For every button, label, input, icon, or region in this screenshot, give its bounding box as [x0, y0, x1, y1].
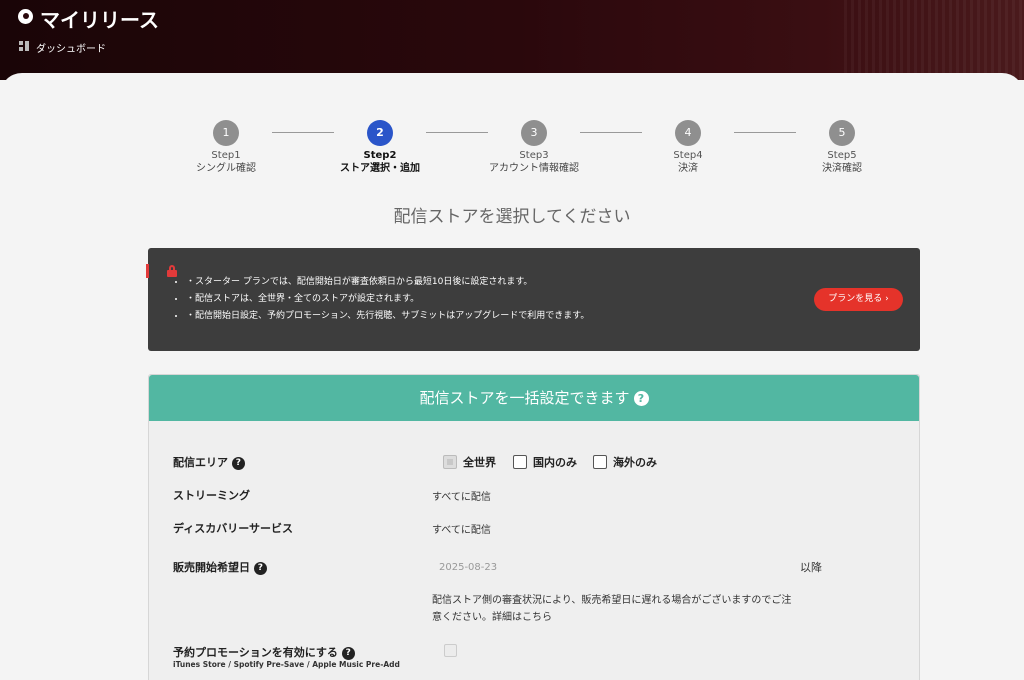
checkbox-worldwide[interactable]: [443, 455, 457, 469]
step-label: Step5: [827, 150, 857, 161]
sale-date-note: 配信ストア側の審査状況により、販売希望日に遅れる場合がございますのでご注意くださ…: [432, 595, 792, 623]
sale-date-input[interactable]: [432, 555, 782, 579]
notice-accent: [146, 264, 149, 278]
bulk-settings-card: 配信ストアを一括設定できます? 配信エリア ? 全世界 国内のみ 海外のみ スト…: [148, 374, 920, 680]
step-label: Step3: [519, 150, 549, 161]
sale-date-label-row: 販売開始希望日 ?: [173, 559, 267, 575]
promo-label-row: 予約プロモーションを有効にする ?: [173, 644, 355, 660]
step-name: 決済: [678, 163, 698, 174]
streaming-value: すべてに配信: [432, 492, 491, 503]
discovery-label: ディスカバリーサービス: [173, 522, 294, 535]
bulk-settings-header: 配信ストアを一括設定できます?: [149, 375, 919, 421]
app-header: マイリリース ダッシュボード: [0, 0, 1024, 80]
step-circle: 4: [675, 120, 701, 146]
step-name: 決済確認: [822, 163, 862, 174]
area-label-row: 配信エリア ?: [173, 454, 245, 470]
step-1[interactable]: 1 Step1 シングル確認: [166, 120, 286, 176]
app-title: マイリリース: [40, 8, 159, 32]
view-plans-button[interactable]: プランを見る ›: [814, 288, 903, 311]
step-circle: 1: [213, 120, 239, 146]
area-option-domestic[interactable]: 国内のみ: [513, 454, 577, 470]
option-label: 国内のみ: [533, 456, 577, 469]
breadcrumb-dashboard[interactable]: ダッシュボード: [36, 40, 106, 55]
help-icon[interactable]: ?: [253, 562, 267, 575]
eye-logo-icon[interactable]: [18, 9, 33, 24]
step-4[interactable]: 4 Step4 決済: [628, 120, 748, 176]
discovery-value: すべてに配信: [432, 525, 491, 536]
plan-notice: ・スターター プランでは、配信開始日が審査依頼日から最短10日後に設定されます。…: [146, 248, 920, 351]
notice-list: ・スターター プランでは、配信開始日が審査依頼日から最短10日後に設定されます。…: [186, 274, 589, 325]
checkbox-domestic[interactable]: [513, 455, 527, 469]
checkbox-overseas[interactable]: [593, 455, 607, 469]
step-name: ストア選択・追加: [340, 163, 420, 174]
area-option-overseas[interactable]: 海外のみ: [593, 454, 657, 470]
step-name: アカウント情報確認: [489, 163, 579, 174]
area-label: 配信エリア: [173, 456, 228, 469]
step-circle: 2: [367, 120, 393, 146]
help-icon[interactable]: ?: [231, 457, 245, 470]
notice-item: ・配信ストアは、全世界・全てのストアが設定されます。: [186, 291, 589, 308]
step-circle: 3: [521, 120, 547, 146]
promo-checkbox[interactable]: [444, 644, 457, 657]
step-label: Step1: [211, 150, 241, 161]
help-icon[interactable]: ?: [341, 647, 355, 660]
step-label: Step4: [673, 150, 703, 161]
step-2[interactable]: 2 Step2 ストア選択・追加: [320, 120, 440, 176]
step-circle: 5: [829, 120, 855, 146]
step-label: Step2: [363, 150, 397, 161]
step-3[interactable]: 3 Step3 アカウント情報確認: [474, 120, 594, 176]
notice-item: ・スターター プランでは、配信開始日が審査依頼日から最短10日後に設定されます。: [186, 274, 589, 291]
bulk-settings-title: 配信ストアを一括設定できます: [419, 389, 630, 407]
page-title: 配信ストアを選択してください: [393, 207, 631, 227]
header-decoration: [844, 0, 1024, 80]
step-5[interactable]: 5 Step5 決済確認: [782, 120, 902, 176]
promo-sub-label: iTunes Store / Spotify Pre-Save / Apple …: [173, 660, 400, 669]
sale-date-suffix: 以降: [800, 561, 822, 574]
promo-label: 予約プロモーションを有効にする: [173, 646, 338, 659]
sale-date-label: 販売開始希望日: [173, 561, 250, 574]
option-label: 全世界: [463, 456, 496, 469]
help-icon[interactable]: ?: [633, 391, 649, 406]
step-name: シングル確認: [196, 163, 256, 174]
notice-item: ・配信開始日設定、予約プロモーション、先行視聴、サブミットはアップグレードで利用…: [186, 308, 589, 325]
streaming-label: ストリーミング: [173, 489, 250, 502]
area-option-worldwide[interactable]: 全世界: [443, 454, 496, 470]
option-label: 海外のみ: [613, 456, 657, 469]
dashboard-grid-icon: [19, 41, 29, 51]
